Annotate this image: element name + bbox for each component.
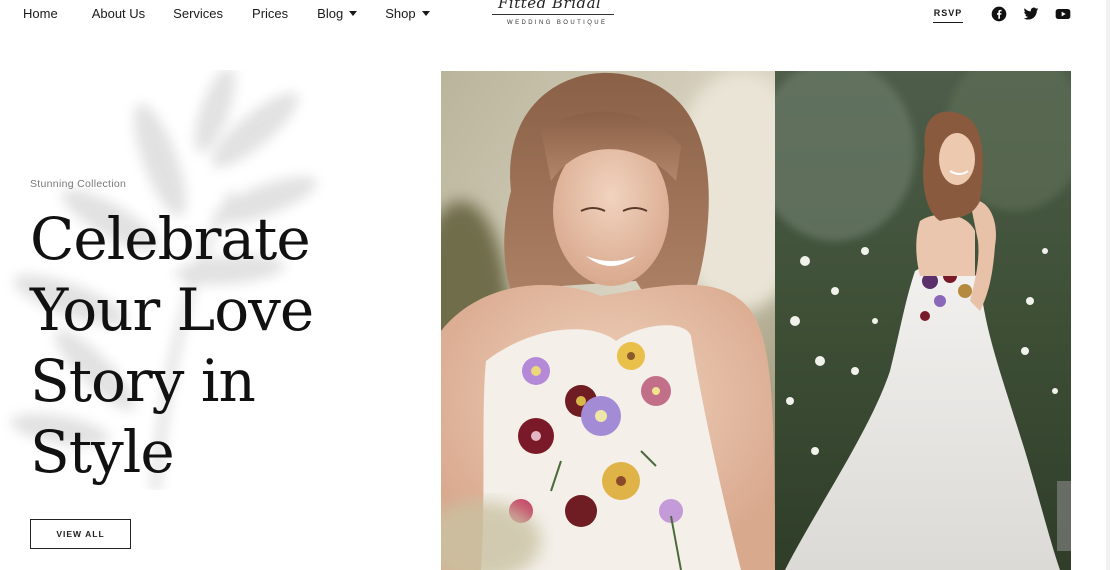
nav-services[interactable]: Services bbox=[173, 6, 223, 21]
chevron-down-icon bbox=[421, 11, 430, 16]
headline-line-3: Story in bbox=[30, 347, 256, 415]
bride-closeup-photo bbox=[441, 71, 775, 570]
nav-home[interactable]: Home bbox=[23, 6, 58, 21]
nav-home-label: Home bbox=[23, 6, 58, 21]
nav-prices-label: Prices bbox=[252, 6, 289, 21]
hero-headline: Celebrate Your Love Story in Style bbox=[30, 204, 410, 488]
nav-prices[interactable]: Prices bbox=[252, 6, 288, 21]
site-logo[interactable]: Fitted Bridal WEDDING BOUTIQUE bbox=[490, 0, 615, 34]
nav-shop-label: Shop bbox=[385, 6, 416, 21]
logo-subtitle: WEDDING BOUTIQUE bbox=[507, 20, 608, 26]
headline-line-2: Your Love bbox=[30, 276, 314, 344]
hero-eyebrow: Stunning Collection bbox=[30, 178, 127, 190]
page-scrollbar[interactable] bbox=[1106, 0, 1110, 570]
nav-blog-label: Blog bbox=[317, 6, 344, 21]
nav-about-us[interactable]: About Us bbox=[92, 6, 145, 21]
nav-blog[interactable]: Blog bbox=[317, 6, 358, 21]
youtube-icon[interactable] bbox=[1055, 6, 1071, 22]
nav-about-us-label: About Us bbox=[91, 6, 146, 21]
nav-services-label: Services bbox=[173, 6, 224, 21]
facebook-icon[interactable] bbox=[991, 6, 1007, 22]
nav-shop[interactable]: Shop bbox=[385, 6, 430, 21]
headline-line-4: Style bbox=[30, 418, 175, 486]
main-menu: Home About Us Services Prices Blog Shop bbox=[23, 6, 430, 21]
headline-line-1: Celebrate bbox=[30, 205, 311, 273]
logo-script-text: Fitted Bridal bbox=[498, 0, 602, 12]
chevron-down-icon bbox=[349, 11, 358, 16]
twitter-icon[interactable] bbox=[1023, 6, 1039, 22]
bride-garden-photo bbox=[775, 71, 1071, 570]
view-all-button[interactable]: VIEW ALL bbox=[30, 519, 131, 549]
rsvp-link[interactable]: RSVP bbox=[933, 8, 963, 23]
top-navigation: Home About Us Services Prices Blog Shop … bbox=[0, 0, 1110, 30]
logo-divider bbox=[492, 14, 614, 15]
